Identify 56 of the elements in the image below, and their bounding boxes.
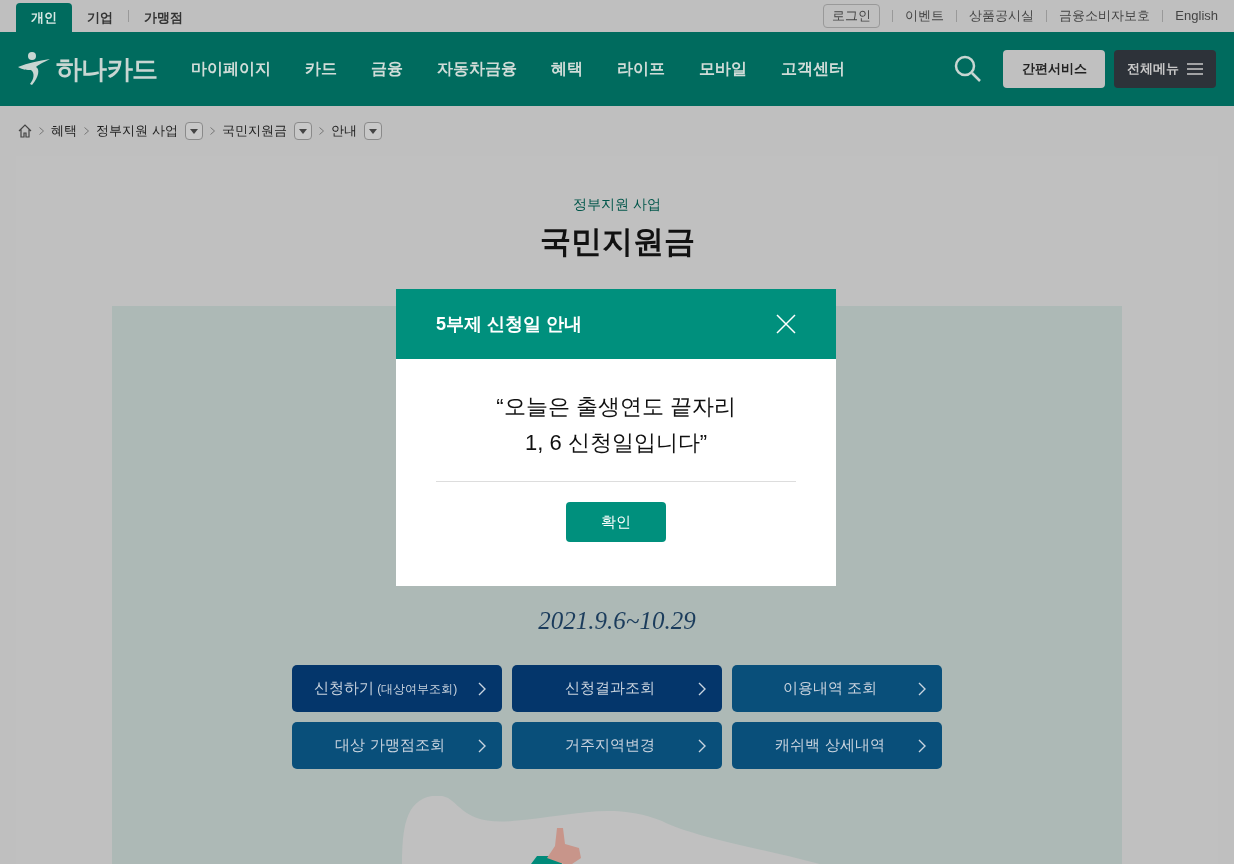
- action-button[interactable]: 신청결과조회: [512, 665, 722, 712]
- caret-down-icon: [368, 128, 377, 134]
- action-button[interactable]: 캐쉬백 상세내역: [732, 722, 942, 769]
- utility-link[interactable]: 이벤트: [905, 6, 945, 26]
- segment-tab[interactable]: 가맹점: [129, 3, 198, 32]
- full-menu-button[interactable]: 전체메뉴: [1114, 50, 1216, 88]
- chevron-right-icon: [318, 127, 324, 135]
- chevron-right-icon: [478, 681, 486, 696]
- utility-link[interactable]: English: [1175, 6, 1218, 26]
- utility-link[interactable]: 상품공시실: [969, 6, 1035, 26]
- action-button[interactable]: 거주지역변경: [512, 722, 722, 769]
- page-category: 정부지원 사업: [573, 195, 661, 214]
- chevron-right-icon: [698, 681, 706, 696]
- chevron-right-icon: [918, 681, 926, 696]
- action-button[interactable]: 대상 가맹점조회: [292, 722, 502, 769]
- confirm-button[interactable]: 확인: [566, 502, 666, 542]
- close-icon[interactable]: [776, 314, 796, 334]
- nav-item[interactable]: 고객센터: [781, 57, 845, 81]
- breadcrumb-link[interactable]: 정부지원 사업: [96, 121, 178, 141]
- breadcrumb-link[interactable]: 국민지원금: [221, 121, 287, 141]
- chevron-right-icon: [918, 738, 926, 753]
- home-icon[interactable]: [18, 124, 32, 138]
- page-title: 국민지원금: [539, 223, 695, 261]
- logo-icon: [16, 51, 52, 87]
- dropdown-button[interactable]: [363, 122, 382, 140]
- caret-down-icon: [189, 128, 198, 134]
- logo-text: 하나카드: [56, 52, 158, 86]
- chevron-right-icon: [39, 127, 44, 135]
- chevron-right-icon: [698, 738, 706, 753]
- action-button[interactable]: 신청하기 (대상여부조회): [292, 665, 502, 712]
- breadcrumb-link[interactable]: 혜택: [51, 121, 77, 141]
- nav-item[interactable]: 금융: [371, 57, 403, 81]
- caret-down-icon: [298, 128, 307, 134]
- nav-item[interactable]: 라이프: [617, 57, 665, 81]
- nav-item[interactable]: 혜택: [551, 57, 583, 81]
- chevron-right-icon: [209, 127, 215, 135]
- action-button[interactable]: 이용내역 조회: [732, 665, 942, 712]
- quick-service-button[interactable]: 간편서비스: [1003, 50, 1105, 88]
- breadcrumb-link[interactable]: 안내: [330, 121, 357, 141]
- chevron-right-icon: [478, 738, 486, 753]
- search-icon[interactable]: [953, 54, 983, 84]
- nav-item[interactable]: 자동차금융: [437, 57, 517, 81]
- dropdown-button[interactable]: [293, 122, 312, 140]
- utility-link[interactable]: 금융소비자보호: [1059, 6, 1151, 26]
- nav-item[interactable]: 마이페이지: [191, 57, 271, 81]
- nav-item[interactable]: 모바일: [699, 57, 747, 81]
- event-period: 2021.9.6~10.29: [538, 605, 696, 636]
- modal-message: “오늘은 출생연도 끝자리 1, 6 신청일입니다”: [436, 359, 796, 482]
- login-button[interactable]: 로그인: [823, 4, 881, 28]
- menu-icon: [1187, 63, 1203, 75]
- chevron-right-icon: [84, 127, 89, 135]
- nav-item[interactable]: 카드: [305, 57, 337, 81]
- segment-tab[interactable]: 개인: [16, 3, 72, 32]
- modal-title: 5부제 신청일 안내: [436, 312, 582, 336]
- dropdown-button[interactable]: [184, 122, 203, 140]
- segment-tab[interactable]: 기업: [72, 3, 128, 32]
